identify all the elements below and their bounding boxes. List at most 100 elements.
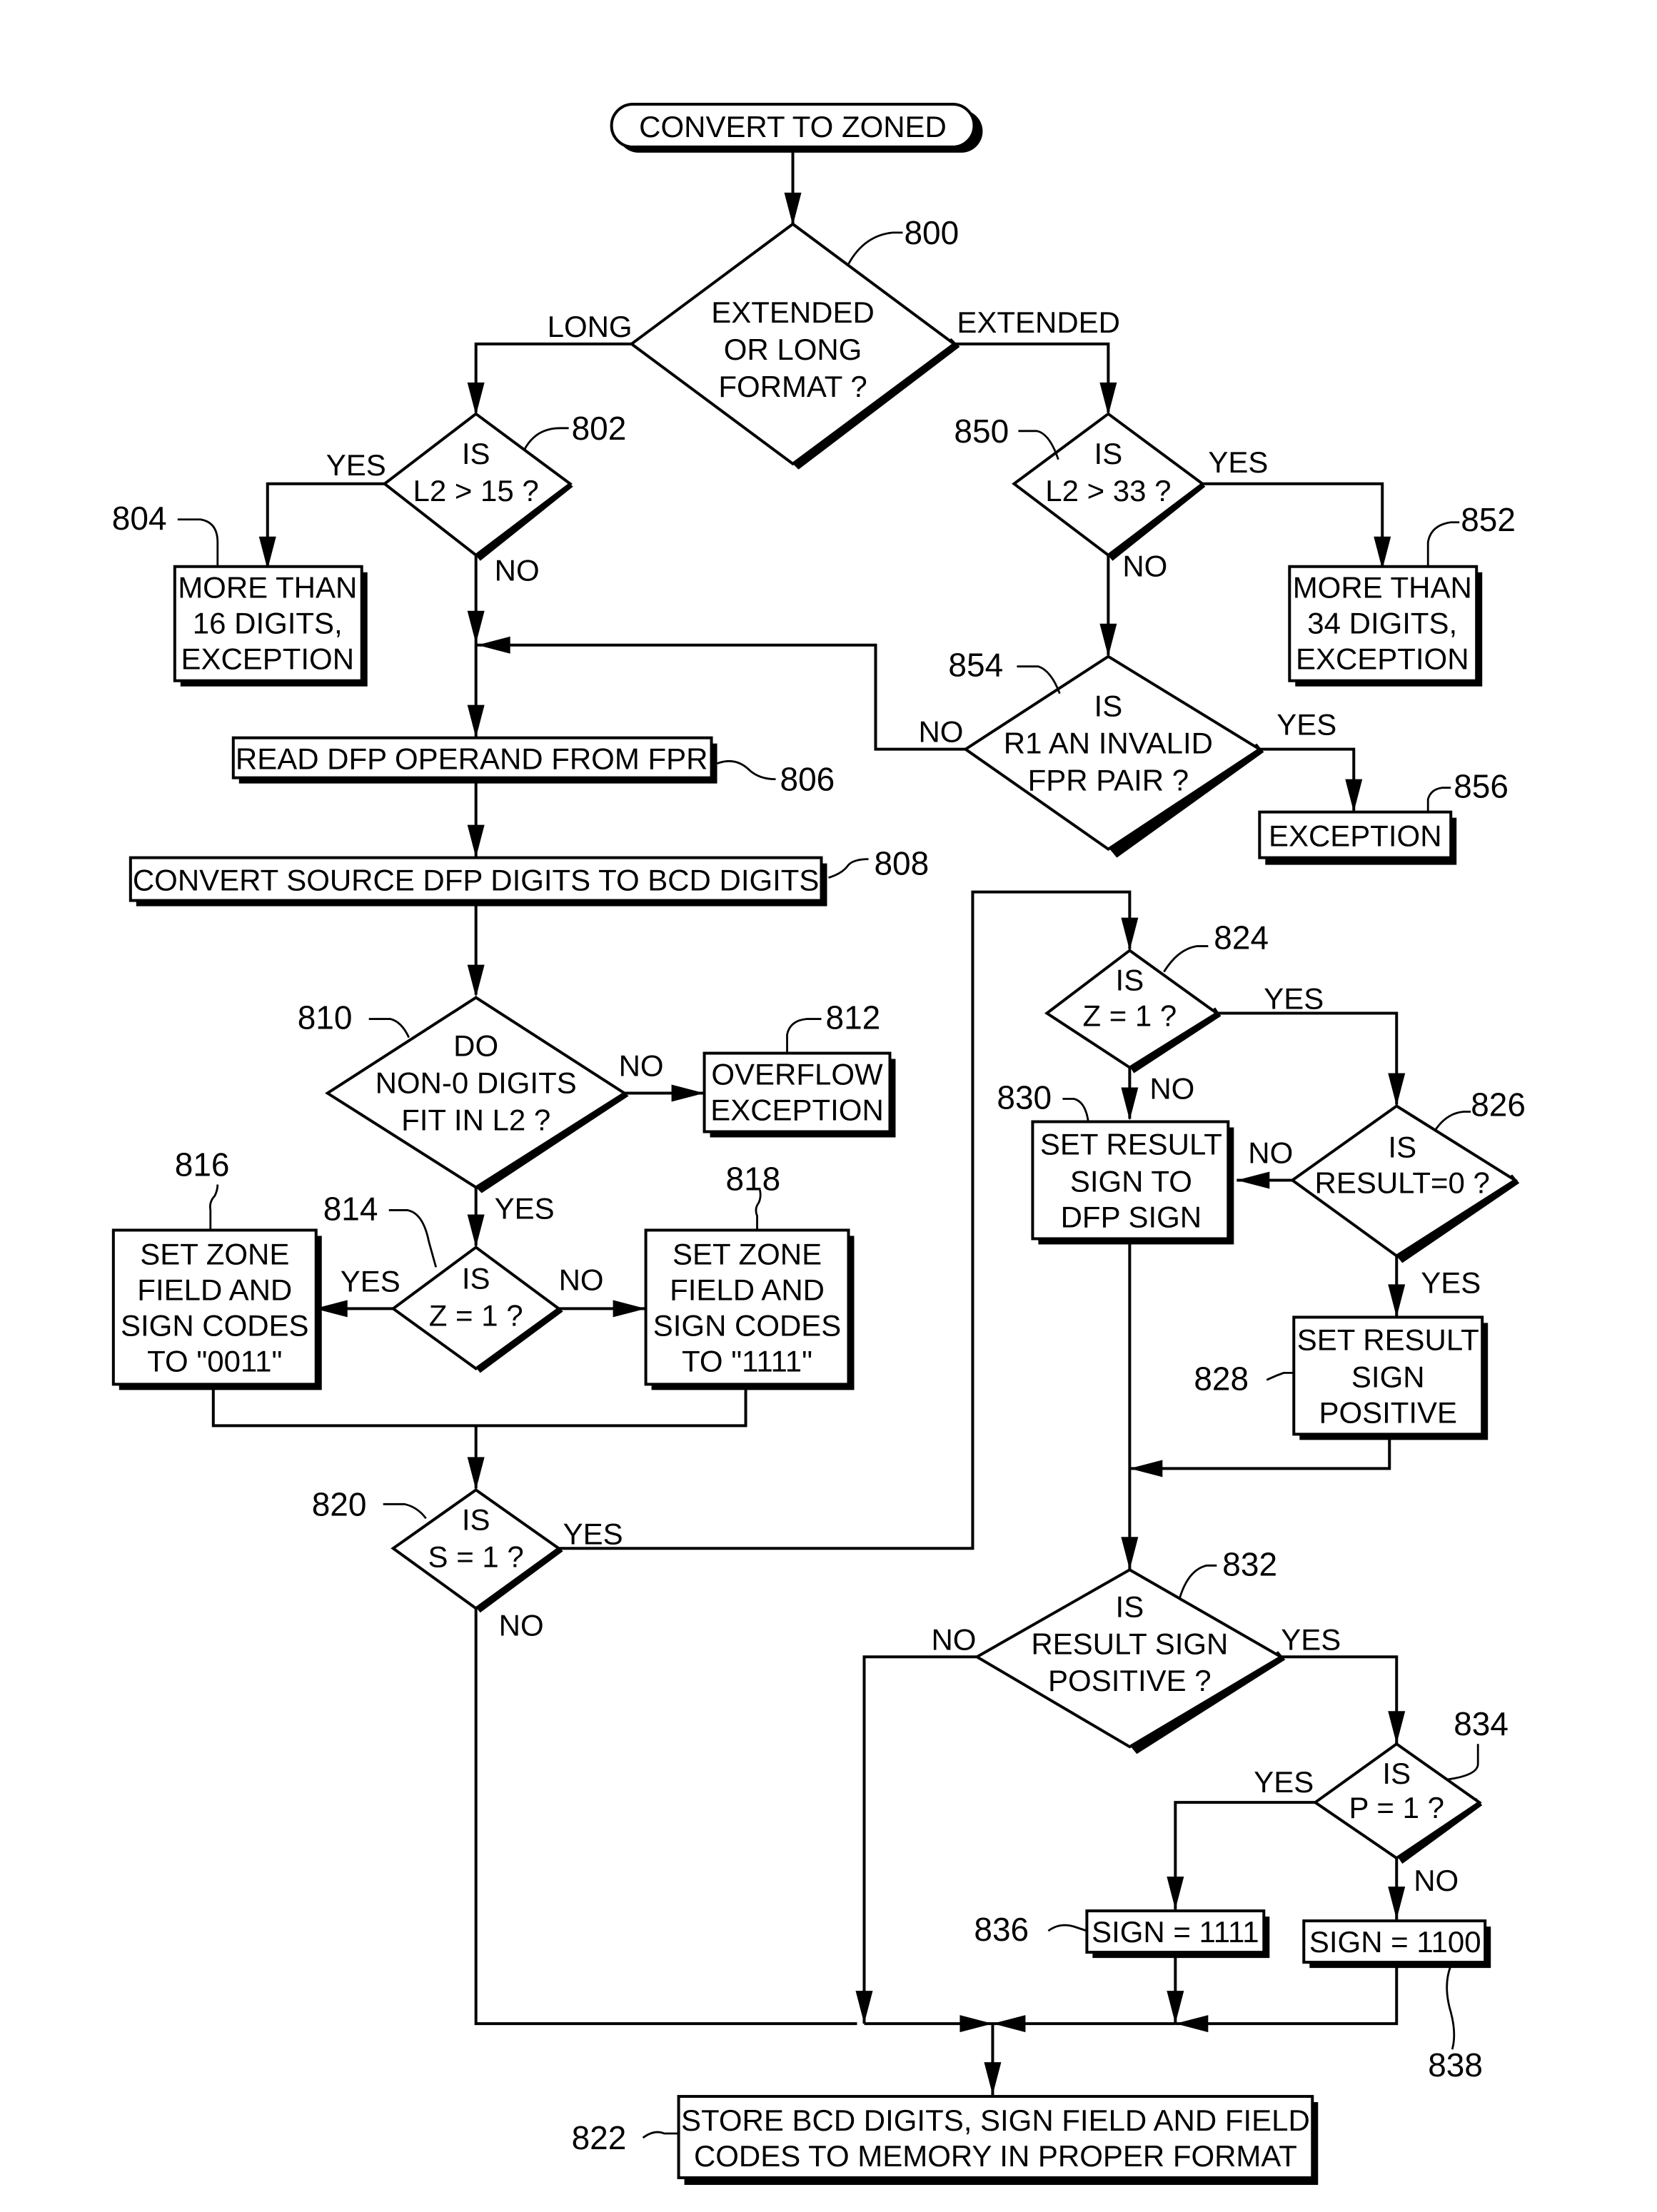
decision-820: IS S = 1 ? 820 <box>312 1485 563 1613</box>
start-label: CONVERT TO ZONED <box>639 110 947 143</box>
process-text: SIGN = 1111 <box>1092 1915 1259 1949</box>
arrowhead <box>1388 1711 1406 1744</box>
process-text: CODES TO MEMORY IN PROPER FORMAT <box>694 2139 1297 2173</box>
arrowhead <box>467 1214 485 1248</box>
arrowhead <box>1175 2015 1209 2033</box>
process-text: TO "0011" <box>147 1344 282 1378</box>
decision-802: IS L2 > 15 ? 802 <box>382 410 626 561</box>
decision-text: IS <box>462 1503 490 1536</box>
edge-label-no: NO <box>559 1263 604 1296</box>
ref-number: 814 <box>323 1190 378 1227</box>
edge-label-yes: YES <box>1208 445 1268 479</box>
ref-number: 852 <box>1461 501 1516 538</box>
arrowhead <box>1345 779 1363 812</box>
arrowhead <box>467 704 485 738</box>
arrowhead <box>467 382 485 415</box>
edge-label-no: NO <box>1122 550 1167 583</box>
ref-number: 812 <box>826 999 881 1036</box>
decision-text: IS <box>462 1261 490 1295</box>
edge-label-no: NO <box>495 554 540 587</box>
arrowhead <box>1388 1073 1406 1106</box>
edge-label-no: NO <box>619 1049 664 1083</box>
process-text: 34 DIGITS, <box>1307 607 1457 640</box>
edge-label-long: LONG <box>548 310 633 343</box>
arrowhead <box>1167 1991 1184 2024</box>
ref-number: 832 <box>1222 1545 1277 1582</box>
process-text: EXCEPTION <box>1269 819 1442 853</box>
process-text: CONVERT SOURCE DFP DIGITS TO BCD DIGITS <box>133 864 820 897</box>
edge-label-yes: YES <box>495 1191 555 1225</box>
edge-label-extended: EXTENDED <box>957 305 1120 339</box>
ref-number: 838 <box>1428 2046 1483 2084</box>
edge-label-no: NO <box>1248 1136 1293 1169</box>
decision-text: FIT IN L2 ? <box>401 1103 550 1136</box>
ref-number: 828 <box>1194 1360 1249 1397</box>
ref-number: 826 <box>1471 1086 1526 1123</box>
arrowhead <box>467 824 485 858</box>
edge-label-yes: YES <box>1281 1622 1341 1656</box>
ref-number: 850 <box>954 413 1009 450</box>
process-text: OVERFLOW <box>711 1058 883 1091</box>
arrowhead <box>1388 1284 1406 1318</box>
ref-number: 818 <box>726 1160 781 1197</box>
process-text: FIELD AND <box>137 1273 292 1306</box>
process-text: EXCEPTION <box>1296 642 1469 676</box>
edge-label-yes: YES <box>326 448 386 482</box>
edge-label-no: NO <box>499 1608 544 1642</box>
decision-text: OR LONG <box>724 333 862 366</box>
decision-text: POSITIVE ? <box>1048 1664 1212 1697</box>
edge-label-yes: YES <box>341 1264 401 1298</box>
decision-834: IS P = 1 ? 834 <box>1312 1705 1509 1864</box>
arrowhead <box>1374 536 1391 570</box>
process-806: READ DFP OPERAND FROM FPR 806 <box>231 736 835 798</box>
process-text: SET RESULT <box>1297 1323 1479 1356</box>
decision-text: L2 > 33 ? <box>1045 474 1171 507</box>
process-text: EXCEPTION <box>710 1093 884 1126</box>
ref-number: 836 <box>974 1911 1029 1948</box>
arrowhead <box>784 192 802 226</box>
decision-800: EXTENDED OR LONG FORMAT ? 800 <box>629 214 960 470</box>
decision-810: DO NON-0 DIGITS FIT IN L2 ? 810 <box>298 996 629 1193</box>
process-text: DFP SIGN <box>1061 1200 1202 1233</box>
decision-text: IS <box>462 437 490 470</box>
arrowhead <box>613 1300 646 1318</box>
arrowhead <box>984 2062 1002 2096</box>
process-852: MORE THAN 34 DIGITS, EXCEPTION 852 <box>1288 501 1516 687</box>
arrowhead <box>467 964 485 998</box>
process-text: MORE THAN <box>178 571 357 605</box>
decision-text: IS <box>1116 964 1144 997</box>
process-text: SIGN TO <box>1070 1164 1192 1198</box>
ref-number: 808 <box>874 845 929 882</box>
decision-text: IS <box>1388 1130 1416 1163</box>
arrowhead <box>1167 1877 1184 1910</box>
process-text: SIGN CODES <box>653 1308 842 1342</box>
decision-text: R1 AN INVALID <box>1004 727 1213 760</box>
process-text: SET ZONE <box>673 1237 822 1271</box>
decision-text: IS <box>1116 1590 1144 1623</box>
arrowhead <box>992 2015 1026 2033</box>
arrowhead <box>467 1457 485 1490</box>
process-text: SET ZONE <box>140 1237 289 1271</box>
ref-number: 824 <box>1214 919 1269 956</box>
arrowhead <box>467 610 485 644</box>
ref-number: 810 <box>298 999 353 1036</box>
arrowhead <box>671 1084 705 1102</box>
arrowhead <box>1129 1460 1163 1478</box>
process-816: SET ZONE FIELD AND SIGN CODES TO "0011" … <box>111 1146 322 1390</box>
decision-text: RESULT=0 ? <box>1315 1166 1490 1199</box>
arrowhead <box>477 636 510 654</box>
process-804: MORE THAN 16 DIGITS, EXCEPTION 804 <box>112 500 368 687</box>
ref-number: 800 <box>904 214 959 251</box>
decision-text: P = 1 ? <box>1349 1791 1444 1824</box>
process-text: POSITIVE <box>1319 1395 1457 1429</box>
arrowhead <box>1237 1171 1270 1189</box>
ref-number: 822 <box>572 2119 627 2156</box>
ref-number: 830 <box>997 1079 1052 1116</box>
decision-832: IS RESULT SIGN POSITIVE ? 832 <box>974 1545 1286 1754</box>
arrowhead <box>855 1991 873 2024</box>
arrowhead <box>1099 382 1117 415</box>
process-828: SET RESULT SIGN POSITIVE 828 <box>1194 1315 1489 1440</box>
decision-850: IS L2 > 33 ? 850 <box>954 412 1206 561</box>
process-818: SET ZONE FIELD AND SIGN CODES TO "1111" … <box>644 1160 855 1390</box>
decision-text: S = 1 ? <box>428 1540 524 1573</box>
